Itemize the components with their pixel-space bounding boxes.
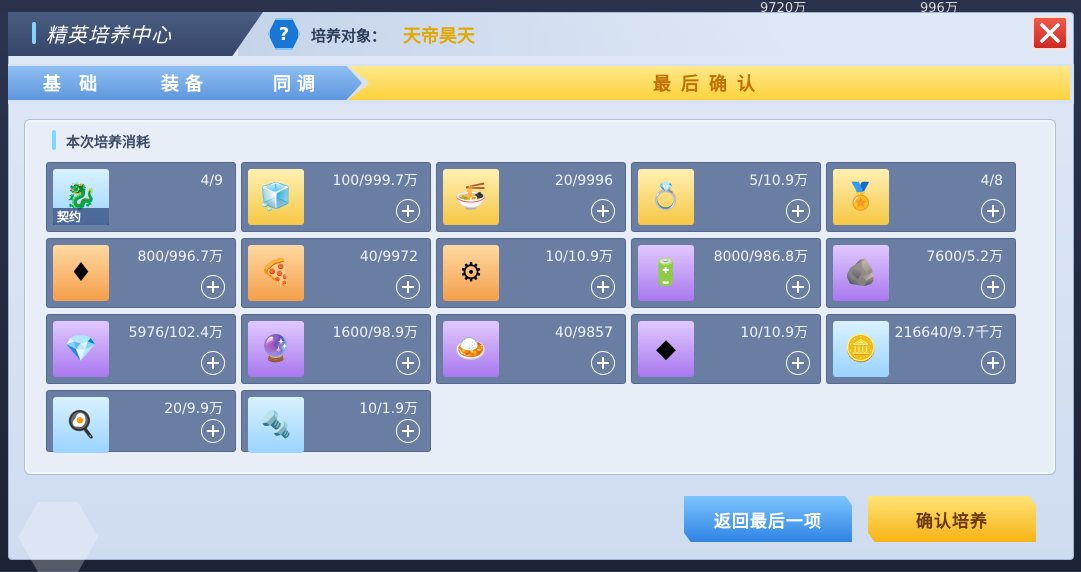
cost-item: ⚙ 10/10.9万	[436, 238, 626, 308]
item-quantity: 100/999.7万	[332, 173, 418, 189]
dish-icon: 🍛	[443, 321, 499, 377]
add-plus-icon[interactable]	[396, 351, 420, 375]
cost-item: 🍜 20/9996	[436, 162, 626, 232]
close-button[interactable]	[1032, 16, 1068, 50]
step-sync[interactable]: 同调	[232, 66, 362, 100]
item-quantity: 4/8	[980, 173, 1003, 189]
cost-item: 🪙 216640/9.7千万	[826, 314, 1016, 384]
add-plus-icon[interactable]	[786, 351, 810, 375]
cost-item: 🪨 7600/5.2万	[826, 238, 1016, 308]
add-plus-icon[interactable]	[786, 199, 810, 223]
hex-decoration	[18, 502, 98, 572]
step-strip: 基 础 装备 同调 最后确认	[8, 64, 1074, 104]
item-quantity: 7600/5.2万	[926, 249, 1003, 265]
gold-ring-icon: 💍	[638, 169, 694, 225]
add-plus-icon[interactable]	[396, 275, 420, 299]
cost-item: 🏅 4/8	[826, 162, 1016, 232]
cost-item: 🔮 1600/98.9万	[241, 314, 431, 384]
item-quantity: 10/10.9万	[545, 249, 613, 265]
item-tag: 契约	[53, 208, 109, 225]
item-quantity: 4/9	[200, 173, 223, 189]
mech-part-icon: ⚙	[443, 245, 499, 301]
item-quantity: 1600/98.9万	[332, 325, 418, 341]
purple-crystal-icon: 🔮	[248, 321, 304, 377]
add-plus-icon[interactable]	[396, 419, 420, 443]
cost-item: 🍕 40/9972	[241, 238, 431, 308]
add-plus-icon[interactable]	[591, 275, 615, 299]
add-plus-icon[interactable]	[981, 199, 1005, 223]
item-quantity: 5/10.9万	[749, 173, 808, 189]
cost-item: 🐉 契约 4/9	[46, 162, 236, 232]
target-name: 天帝昊天	[403, 26, 475, 47]
cost-item: 💍 5/10.9万	[631, 162, 821, 232]
section-accent	[52, 130, 56, 150]
add-plus-icon[interactable]	[591, 199, 615, 223]
cost-item: ◆ 10/10.9万	[631, 314, 821, 384]
red-gem-icon: ♦	[53, 245, 109, 301]
training-panel: 精英培养中心 ? 培养对象： 天帝昊天 基 础 装备 同调 最后确认 本次培养消…	[8, 12, 1074, 572]
section-title: 本次培养消耗	[66, 135, 150, 151]
add-plus-icon[interactable]	[201, 275, 225, 299]
add-plus-icon[interactable]	[591, 351, 615, 375]
add-plus-icon[interactable]	[201, 419, 225, 443]
item-quantity: 20/9.9万	[164, 401, 223, 417]
gold-ore-icon: 🪨	[833, 245, 889, 301]
return-last-button[interactable]: 返回最后一项	[684, 496, 852, 542]
step-final-confirm: 最后确认	[348, 66, 1070, 100]
item-quantity: 40/9857	[554, 325, 613, 341]
item-quantity: 800/996.7万	[137, 249, 223, 265]
add-plus-icon[interactable]	[981, 275, 1005, 299]
step-basic[interactable]: 基 础	[8, 66, 138, 100]
step-equipment[interactable]: 装备	[120, 66, 250, 100]
item-quantity: 8000/986.8万	[713, 249, 808, 265]
pizza-icon: 🍕	[248, 245, 304, 301]
title-accent	[32, 22, 36, 44]
silver-part-icon: 🔩	[248, 397, 304, 453]
purple-part-icon: ◆	[638, 321, 694, 377]
cost-item: ♦ 800/996.7万	[46, 238, 236, 308]
title-tab: 精英培养中心	[8, 12, 263, 56]
contract-card-icon: 🐉 契约	[53, 169, 109, 225]
cost-item: 🔋 8000/986.8万	[631, 238, 821, 308]
item-quantity: 20/9996	[554, 173, 613, 189]
item-quantity: 5976/102.4万	[128, 325, 223, 341]
confirm-train-button[interactable]: 确认培养	[868, 496, 1036, 542]
add-plus-icon[interactable]	[981, 351, 1005, 375]
energy-can-icon: 🔋	[638, 245, 694, 301]
item-quantity: 10/10.9万	[740, 325, 808, 341]
add-plus-icon[interactable]	[396, 199, 420, 223]
target-label: 培养对象：	[311, 27, 387, 45]
item-quantity: 40/9972	[359, 249, 418, 265]
add-plus-icon[interactable]	[786, 275, 810, 299]
add-plus-icon[interactable]	[201, 351, 225, 375]
blue-cube-icon: 🧊	[248, 169, 304, 225]
gold-coin-icon: 🪙	[833, 321, 889, 377]
gold-crystal-icon: 💎	[53, 321, 109, 377]
cost-item: 🔩 10/1.9万	[241, 390, 431, 453]
food-bowl-icon: 🍜	[443, 169, 499, 225]
cost-item: 🍛 40/9857	[436, 314, 626, 384]
gold-emblem-icon: 🏅	[833, 169, 889, 225]
panel-title: 精英培养中心	[46, 23, 172, 47]
cost-item: 💎 5976/102.4万	[46, 314, 236, 384]
item-quantity: 10/1.9万	[359, 401, 418, 417]
cost-item: 🍳 20/9.9万	[46, 390, 236, 453]
close-icon	[1040, 23, 1060, 43]
item-quantity: 216640/9.7千万	[894, 325, 1003, 341]
omelet-icon: 🍳	[53, 397, 109, 453]
cost-item: 🧊 100/999.7万	[241, 162, 431, 232]
